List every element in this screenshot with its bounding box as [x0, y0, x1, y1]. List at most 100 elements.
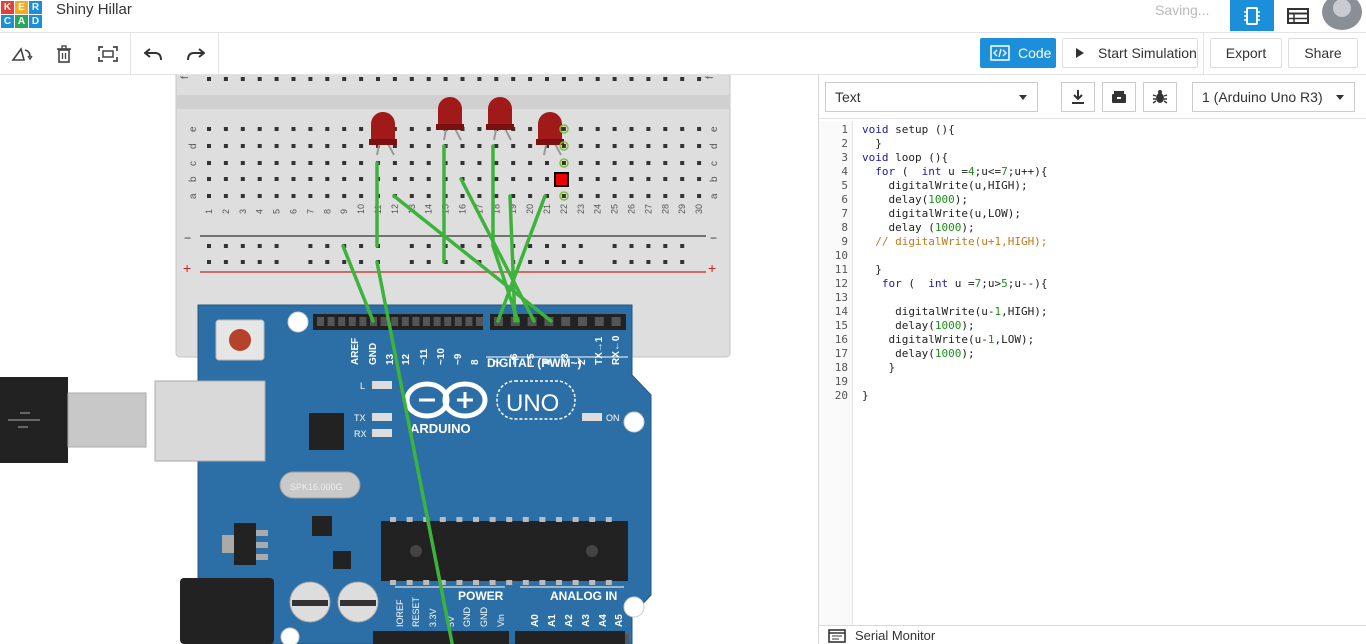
rail-hole	[207, 244, 211, 248]
toolbar-divider	[1203, 33, 1204, 75]
rail-hole	[545, 244, 549, 248]
device-select[interactable]: 1 (Arduino Uno R3)	[1192, 82, 1355, 112]
serial-monitor-bar[interactable]: Serial Monitor	[819, 625, 1366, 644]
chip-pin	[572, 517, 579, 522]
share-button[interactable]: Share	[1288, 38, 1358, 68]
trash-icon	[57, 45, 71, 63]
row-letter: d	[709, 143, 720, 149]
breadboard-hole	[240, 161, 245, 165]
digital-pin-label: ~9	[453, 353, 464, 365]
power-pin-label: RESET	[411, 596, 421, 627]
start-simulation-button[interactable]: Start Simulation	[1062, 38, 1198, 68]
rail-hole	[257, 244, 262, 248]
power-header	[373, 631, 509, 644]
breadboard-hole	[663, 144, 668, 148]
device-value: 1 (Arduino Uno R3)	[1202, 89, 1323, 105]
line-number: 1	[841, 123, 848, 136]
breadboard-hole	[409, 127, 414, 131]
breadboard-hole	[545, 177, 549, 181]
rail-hole	[528, 244, 533, 248]
breadboard-hole	[207, 127, 211, 131]
code-line: // digitalWrite(u+1,HIGH);	[862, 235, 1048, 248]
breadboard-hole	[680, 77, 685, 81]
breadboard-hole	[629, 144, 634, 148]
fit-view-button[interactable]	[95, 41, 121, 67]
circuit-canvas[interactable]: ffeeddccbbaa1234567891011121314151617181…	[0, 75, 818, 644]
rotate-button[interactable]	[9, 41, 35, 67]
breadboard-hole	[612, 127, 617, 131]
breadboard-hole	[697, 144, 702, 148]
row-letter: c	[709, 161, 720, 166]
breadboard-hole	[257, 194, 262, 198]
user-avatar[interactable]	[1322, 0, 1362, 30]
breadboard-hole	[223, 127, 228, 131]
logo-letter: E	[15, 1, 28, 14]
column-number: 5	[272, 209, 282, 214]
line-number: 4	[841, 165, 848, 178]
chip-pin	[572, 580, 579, 585]
breadboard-hole	[240, 77, 245, 81]
chip-pin	[539, 580, 546, 585]
rotate-icon	[11, 47, 33, 61]
selected-hole-marker[interactable]	[554, 172, 569, 187]
chip-pin	[589, 580, 596, 585]
breadboard-hole	[612, 161, 617, 165]
code-mode-select[interactable]: Text	[825, 82, 1038, 112]
chip-pin	[406, 517, 413, 522]
header-slot	[423, 317, 430, 326]
breadboard-hole	[646, 77, 651, 81]
row-letter: e	[709, 126, 720, 132]
breadboard-hole	[511, 144, 516, 148]
code-line: void loop (){	[862, 151, 949, 164]
breadboard-hole	[629, 77, 634, 81]
breadboard-hole	[325, 177, 330, 181]
breadboard-hole	[477, 177, 482, 181]
rail-hole	[308, 244, 313, 248]
line-number: 20	[834, 389, 848, 402]
delete-button[interactable]	[51, 41, 77, 67]
led-l-label: L	[360, 381, 365, 391]
breadboard-hole	[274, 161, 279, 165]
breadboard-hole	[392, 77, 397, 81]
column-number: 21	[542, 204, 552, 214]
breadboard-hole	[460, 77, 465, 81]
led-rim	[486, 124, 514, 130]
breadboard-hole	[274, 194, 279, 198]
component-list-button[interactable]	[1276, 0, 1320, 31]
breadboard-hole	[223, 77, 228, 81]
circuit-view-button[interactable]	[1230, 0, 1274, 31]
rail-hole	[240, 244, 245, 248]
project-title[interactable]: Shiny Hillar	[56, 1, 132, 18]
code-panel: Text 1 (Arduino Uno R3) 1 2 3 4 5 6 7 8 9 10 11 12 1…	[818, 75, 1366, 644]
header-slot	[359, 317, 367, 326]
rail-hole	[426, 260, 431, 264]
digital-label: DIGITAL (PWM~)	[487, 356, 582, 370]
debugger-button[interactable]	[1143, 82, 1177, 112]
share-label: Share	[1304, 45, 1342, 61]
breadboard-hole	[342, 127, 347, 131]
breadboard-hole	[308, 77, 313, 81]
undo-button[interactable]	[140, 41, 166, 67]
breadboard-hole	[325, 194, 330, 198]
breadboard-hole	[274, 127, 279, 131]
export-button[interactable]: Export	[1210, 38, 1282, 68]
download-code-button[interactable]	[1061, 82, 1095, 112]
breadboard-hole	[494, 177, 499, 181]
tinkercad-logo[interactable]: K E R C A D	[0, 0, 42, 30]
breadboard-hole	[561, 161, 566, 165]
undo-icon	[144, 48, 162, 61]
breadboard-hole	[359, 177, 364, 181]
code-editor[interactable]: 1 2 3 4 5 6 7 8 9 10 11 12 13 14 15 16 17 18 19 20 void set…	[819, 121, 1366, 625]
row-letter: a	[709, 193, 720, 199]
header-slot	[433, 317, 441, 326]
rail-hole	[207, 260, 211, 264]
code-button[interactable]: Code	[980, 38, 1056, 68]
analog-pin-label: A4	[598, 614, 609, 627]
analog-pin-label: A5	[614, 614, 625, 627]
breadboard-hole	[646, 194, 651, 198]
code-line: for ( int u =4;u<=7;u++){	[875, 165, 1048, 178]
line-number: 15	[834, 319, 848, 332]
redo-button[interactable]	[183, 41, 209, 67]
library-button[interactable]	[1102, 82, 1136, 112]
column-number: 26	[627, 204, 637, 214]
